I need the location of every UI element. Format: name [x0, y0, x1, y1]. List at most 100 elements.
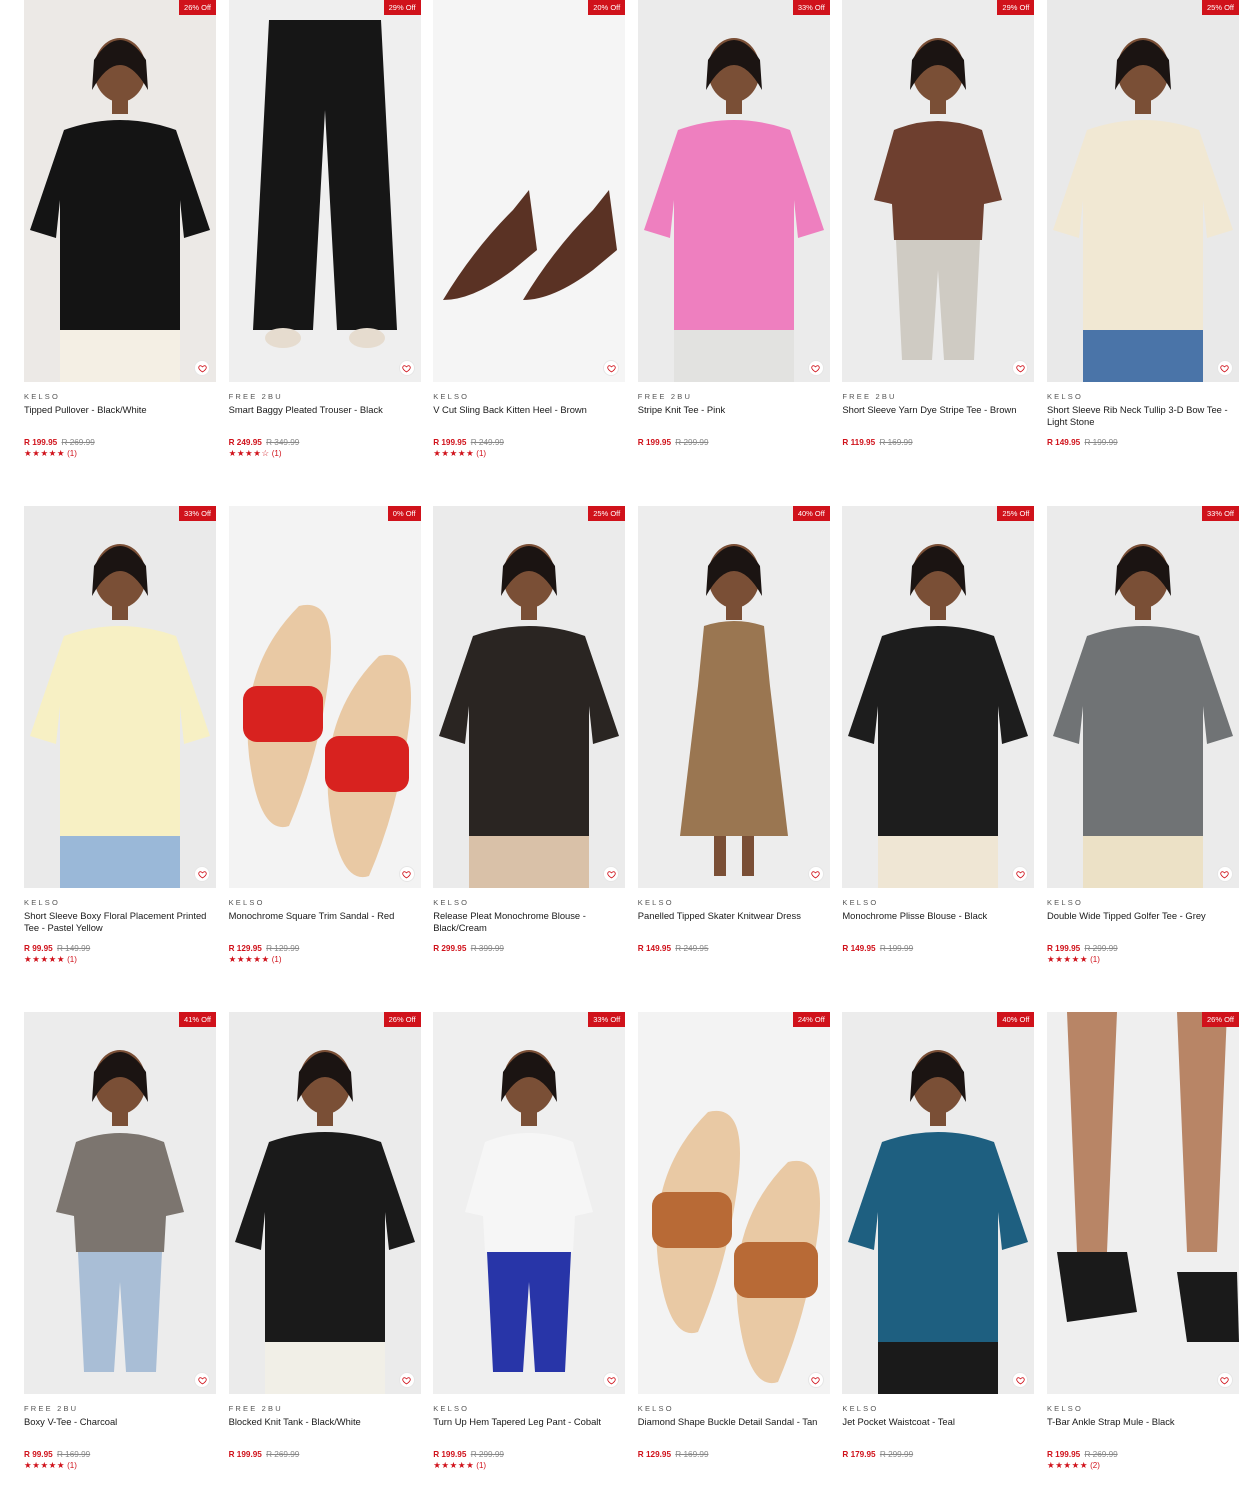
wishlist-button[interactable] — [1216, 360, 1233, 376]
wishlist-button[interactable] — [1216, 1372, 1233, 1388]
product-photo — [228, 0, 421, 382]
heart-icon — [1220, 1376, 1230, 1384]
product-card-15[interactable]: 33% Off KELSO Turn Up Hem Tapered Leg Pa… — [433, 1012, 626, 1509]
product-card-17[interactable]: 40% Off KELSO Jet Pocket Waistcoat - Tea… — [842, 1012, 1035, 1509]
product-card-7[interactable]: 33% Off KELSO Short Sleeve Boxy Floral P… — [24, 506, 216, 1012]
product-card-5[interactable]: 29% Off FREE 2BU Short Sleeve Yarn Dye S… — [842, 0, 1035, 506]
product-image[interactable]: 29% Off — [228, 0, 421, 382]
heart-icon — [606, 364, 616, 372]
product-name[interactable]: V Cut Sling Back Kitten Heel - Brown — [433, 404, 625, 436]
product-image[interactable]: 25% Off — [842, 506, 1035, 888]
product-brand: KELSO — [1046, 1404, 1083, 1413]
product-card-9[interactable]: 25% Off KELSO Release Pleat Monochrome B… — [433, 506, 626, 1012]
product-grid: 26% Off KELSO Tipped Pullover - Black/Wh… — [24, 0, 1239, 1509]
product-brand: KELSO — [1046, 392, 1083, 401]
product-name[interactable]: Blocked Knit Tank - Black/White — [229, 1416, 421, 1448]
wishlist-button[interactable] — [194, 866, 210, 882]
product-photo — [433, 1012, 626, 1394]
product-image[interactable]: 33% Off — [637, 0, 830, 382]
product-card-4[interactable]: 33% Off FREE 2BU Stripe Knit Tee - Pink … — [637, 0, 830, 506]
discount-badge: 33% Off — [588, 1012, 626, 1027]
product-image[interactable]: 33% Off — [24, 506, 216, 888]
product-name[interactable]: T-Bar Ankle Strap Mule - Black — [1047, 1416, 1239, 1448]
product-card-8[interactable]: 0% Off KELSO Monochrome Square Trim Sand… — [228, 506, 421, 1012]
product-name[interactable]: Short Sleeve Rib Neck Tullip 3-D Bow Tee… — [1047, 404, 1239, 436]
review-count: (1) — [67, 955, 77, 964]
wishlist-button[interactable] — [194, 360, 210, 376]
heart-icon — [811, 364, 820, 372]
wishlist-button[interactable] — [1216, 866, 1233, 882]
product-card-6[interactable]: 25% Off KELSO Short Sleeve Rib Neck Tull… — [1046, 0, 1239, 506]
product-name[interactable]: Double Wide Tipped Golfer Tee - Grey — [1047, 910, 1239, 942]
original-price: R 299.99 — [470, 1450, 504, 1459]
product-name[interactable]: Tipped Pullover - Black/White — [24, 404, 216, 436]
discount-badge: 25% Off — [588, 506, 626, 521]
heart-icon — [606, 1376, 616, 1384]
original-price: R 129.99 — [266, 944, 300, 953]
original-price: R 199.99 — [879, 944, 914, 953]
product-card-14[interactable]: 26% Off FREE 2BU Blocked Knit Tank - Bla… — [228, 1012, 421, 1509]
rating — [433, 954, 625, 965]
wishlist-button[interactable] — [807, 360, 824, 376]
product-name[interactable]: Monochrome Square Trim Sandal - Red — [229, 910, 421, 942]
discount-badge: 33% Off — [179, 506, 216, 521]
current-price: R 299.95 — [433, 944, 467, 953]
wishlist-button[interactable] — [398, 1372, 415, 1388]
product-card-1[interactable]: 26% Off KELSO Tipped Pullover - Black/Wh… — [24, 0, 216, 506]
product-card-2[interactable]: 29% Off FREE 2BU Smart Baggy Pleated Tro… — [228, 0, 421, 506]
product-card-12[interactable]: 33% Off KELSO Double Wide Tipped Golfer … — [1046, 506, 1239, 1012]
rating — [1047, 448, 1239, 459]
product-image[interactable]: 25% Off — [433, 506, 626, 888]
product-name[interactable]: Panelled Tipped Skater Knitwear Dress — [638, 910, 830, 942]
product-card-11[interactable]: 25% Off KELSO Monochrome Plisse Blouse -… — [842, 506, 1035, 1012]
original-price: R 169.99 — [56, 1450, 91, 1459]
product-name[interactable]: Monochrome Plisse Blouse - Black — [842, 910, 1034, 942]
product-image[interactable]: 0% Off — [228, 506, 421, 888]
product-image[interactable]: 20% Off — [433, 0, 626, 382]
product-name[interactable]: Smart Baggy Pleated Trouser - Black — [229, 404, 421, 436]
product-name[interactable]: Short Sleeve Yarn Dye Stripe Tee - Brown — [842, 404, 1034, 436]
product-card-16[interactable]: 24% Off KELSO Diamond Shape Buckle Detai… — [637, 1012, 830, 1509]
review-count: (1) — [67, 449, 77, 458]
product-name[interactable]: Stripe Knit Tee - Pink — [638, 404, 830, 436]
product-name[interactable]: Release Pleat Monochrome Blouse - Black/… — [433, 910, 625, 942]
product-brand: KELSO — [1046, 898, 1083, 907]
product-name[interactable]: Turn Up Hem Tapered Leg Pant - Cobalt — [433, 1416, 625, 1448]
heart-icon — [811, 1376, 820, 1384]
product-name[interactable]: Boxy V-Tee - Charcoal — [24, 1416, 216, 1448]
original-price: R 249.95 — [675, 944, 709, 953]
product-image[interactable]: 26% Off — [228, 1012, 421, 1394]
product-card-3[interactable]: 20% Off KELSO V Cut Sling Back Kitten He… — [433, 0, 626, 506]
original-price: R 269.99 — [266, 1450, 300, 1459]
product-brand: FREE 2BU — [24, 1404, 79, 1413]
price-row: R 99.95 R 169.99 — [24, 1449, 216, 1460]
current-price: R 129.95 — [228, 944, 262, 953]
wishlist-button[interactable] — [398, 360, 415, 376]
product-image[interactable]: 29% Off — [842, 0, 1035, 382]
product-image[interactable]: 26% Off — [1046, 1012, 1239, 1394]
discount-badge: 41% Off — [179, 1012, 216, 1027]
product-photo — [637, 506, 830, 888]
product-card-13[interactable]: 41% Off FREE 2BU Boxy V-Tee - Charcoal R… — [24, 1012, 216, 1509]
wishlist-button[interactable] — [398, 866, 415, 882]
heart-icon — [197, 364, 207, 372]
product-card-18[interactable]: 26% Off KELSO T-Bar Ankle Strap Mule - B… — [1046, 1012, 1239, 1509]
product-image[interactable]: 40% Off — [637, 506, 830, 888]
discount-badge: 33% Off — [1202, 506, 1239, 521]
product-image[interactable]: 33% Off — [433, 1012, 626, 1394]
product-photo — [433, 0, 626, 382]
wishlist-button[interactable] — [194, 1372, 210, 1388]
product-image[interactable]: 41% Off — [24, 1012, 216, 1394]
product-name[interactable]: Diamond Shape Buckle Detail Sandal - Tan — [638, 1416, 830, 1448]
product-image[interactable]: 40% Off — [842, 1012, 1035, 1394]
wishlist-button[interactable] — [807, 866, 824, 882]
product-card-10[interactable]: 40% Off KELSO Panelled Tipped Skater Kni… — [637, 506, 830, 1012]
wishlist-button[interactable] — [807, 1372, 824, 1388]
price-row: R 199.95 R 299.99 — [433, 1449, 625, 1460]
product-image[interactable]: 26% Off — [24, 0, 216, 382]
product-name[interactable]: Jet Pocket Waistcoat - Teal — [842, 1416, 1034, 1448]
product-image[interactable]: 33% Off — [1046, 506, 1239, 888]
product-image[interactable]: 25% Off — [1046, 0, 1239, 382]
product-image[interactable]: 24% Off — [637, 1012, 830, 1394]
product-name[interactable]: Short Sleeve Boxy Floral Placement Print… — [24, 910, 216, 942]
